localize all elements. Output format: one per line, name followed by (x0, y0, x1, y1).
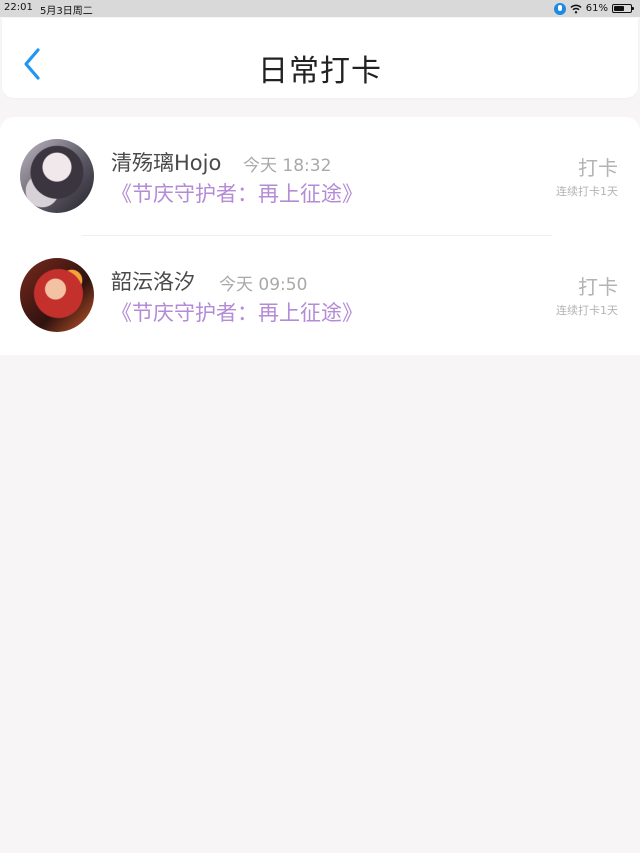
user-name[interactable]: 韶沄洛汐 (111, 266, 195, 296)
activity-link[interactable]: 《节庆守护者：再上征途》 (111, 178, 363, 208)
streak-label: 连续打卡1天 (556, 185, 618, 198)
list-item[interactable]: 韶沄洛汐 今天 09:50 《节庆守护者：再上征途》 打卡 连续打卡1天 (0, 236, 640, 354)
status-time: 22:01 (4, 2, 33, 13)
status-date: 5月3日周二 (40, 6, 93, 17)
status-indicators: 61% (553, 1, 634, 16)
user-name[interactable]: 清殇璃Hojo (111, 147, 221, 177)
page-title: 日常打卡 (258, 54, 382, 89)
checkin-label: 打卡 (578, 275, 618, 299)
activity-link[interactable]: 《节庆守护者：再上征途》 (111, 297, 363, 327)
avatar[interactable] (20, 258, 94, 332)
microphone-icon (553, 2, 566, 15)
streak-label: 连续打卡1天 (556, 304, 618, 317)
checkin-label: 打卡 (578, 156, 618, 180)
checkin-list: 清殇璃Hojo 今天 18:32 《节庆守护者：再上征途》 打卡 连续打卡1天 … (0, 117, 640, 355)
post-time: 今天 09:50 (219, 275, 308, 295)
battery-percent: 61% (585, 3, 608, 14)
wifi-icon (570, 4, 582, 13)
list-item[interactable]: 清殇璃Hojo 今天 18:32 《节庆守护者：再上征途》 打卡 连续打卡1天 (0, 117, 640, 236)
avatar[interactable] (20, 139, 94, 213)
post-time: 今天 18:32 (243, 156, 332, 176)
battery-icon (612, 4, 634, 13)
status-bar: 22:01 5月3日周二 61% (0, 0, 640, 17)
nav-header: 日常打卡 (2, 18, 638, 98)
